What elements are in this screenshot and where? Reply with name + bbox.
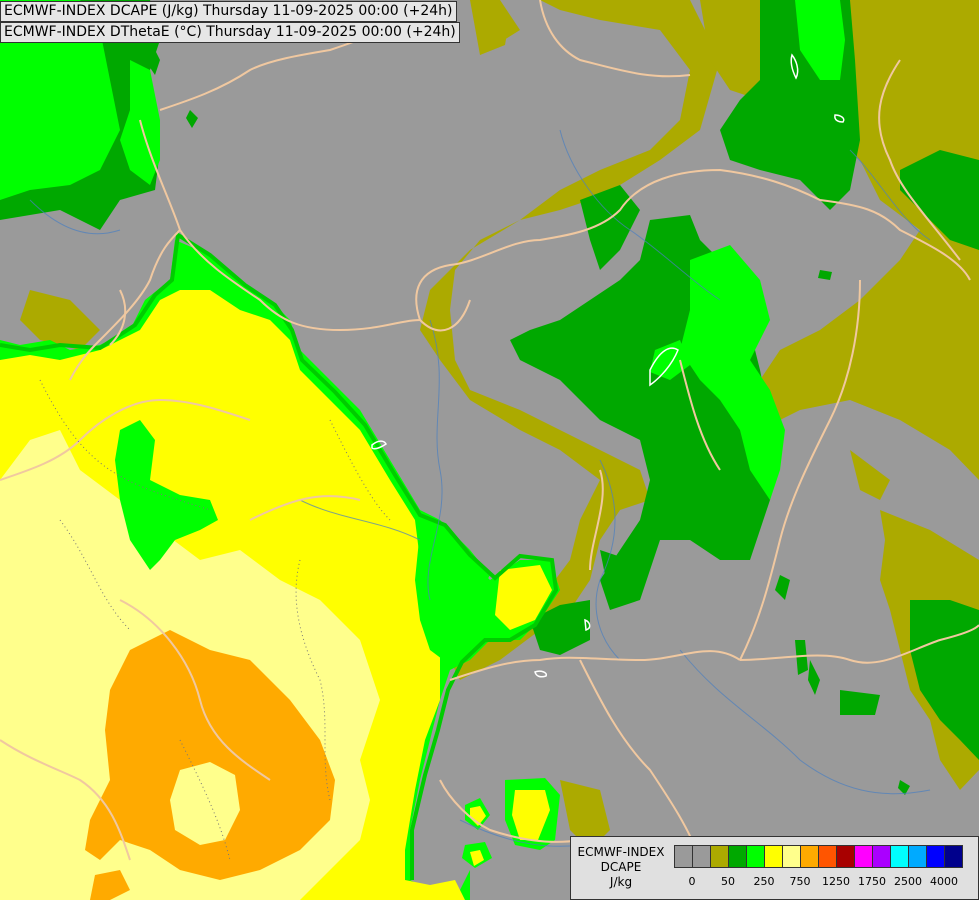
legend-swatch [944,845,963,868]
legend-swatch [782,845,801,868]
legend-tick-label: 750 [789,875,811,888]
legend-swatch [728,845,747,868]
legend-swatch [764,845,783,868]
legend-tick-label: 0 [688,875,696,888]
legend-swatch [908,845,927,868]
legend-swatch [926,845,945,868]
legend-swatch [836,845,855,868]
legend-swatch [746,845,765,868]
legend-title-line-1: ECMWF-INDEX [577,845,665,859]
legend: ECMWF-INDEX DCAPE J/kg 0 50 250 750 1250 1750… [570,836,979,900]
legend-tick-label: 1750 [858,875,886,888]
header-line-2: ECMWF-INDEX DThetaE (°C) Thursday 11-09-… [0,22,460,43]
legend-swatch [818,845,837,868]
legend-tick-label: 2500 [894,875,922,888]
legend-title-line-2: DCAPE [600,860,642,874]
legend-tick-label: 250 [753,875,775,888]
legend-swatch [854,845,873,868]
legend-swatch [890,845,909,868]
legend-ticks: 0 50 250 750 1250 1750 2500 4000 [571,875,978,891]
legend-swatch [710,845,729,868]
legend-tick-label: 50 [721,875,735,888]
legend-swatches [674,845,963,868]
legend-swatch [692,845,711,868]
dcape-map [0,0,979,900]
header-line-1: ECMWF-INDEX DCAPE (J/kg) Thursday 11-09-… [0,1,457,22]
legend-swatch [872,845,891,868]
legend-tick-label: 1250 [822,875,850,888]
legend-tick-label: 4000 [930,875,958,888]
legend-swatch [674,845,693,868]
legend-swatch [800,845,819,868]
